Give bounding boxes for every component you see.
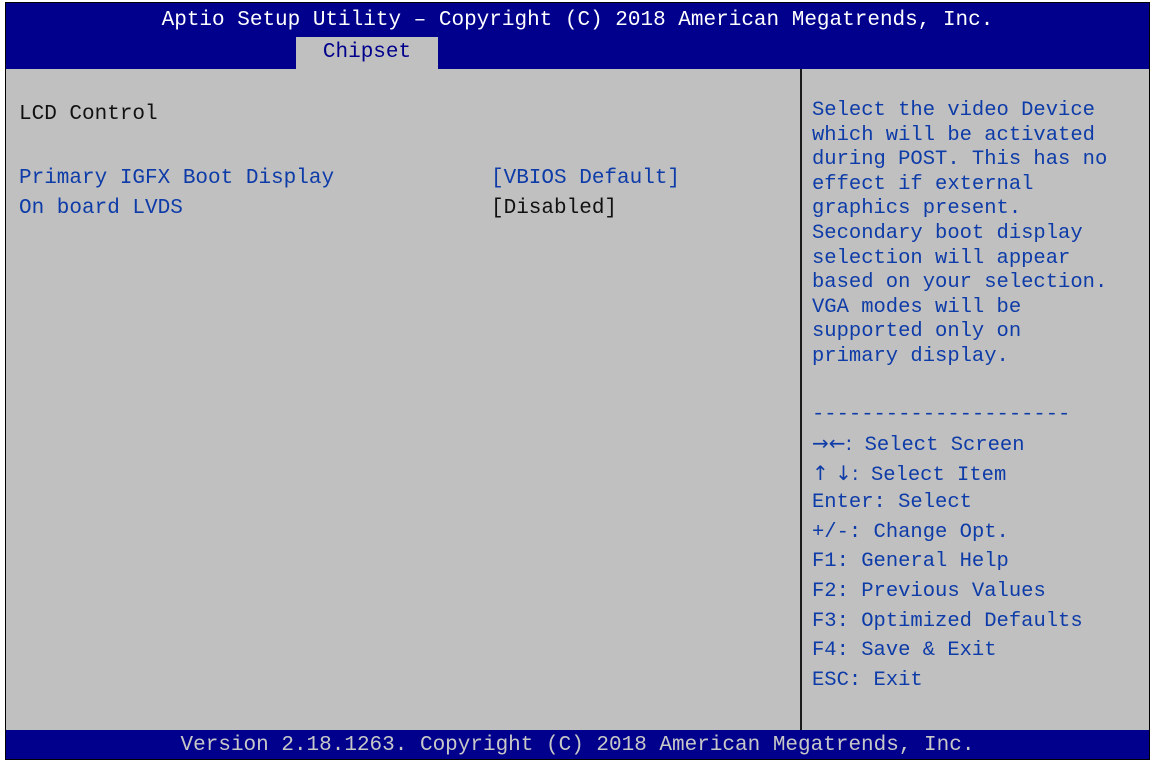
setting-value[interactable]: [VBIOS Default] [491, 165, 680, 193]
key-action: Previous Values [861, 579, 1046, 603]
key-hint: F3: Optimized Defaults [812, 607, 1148, 637]
key-action: Save & Exit [861, 639, 997, 663]
app-title: Aptio Setup Utility – Copyright (C) 2018… [161, 9, 994, 32]
left-right-arrows-icon: →←: [812, 431, 853, 455]
key-legend: →←: Select Screen ↑ ↓: Select Item Enter… [812, 429, 1148, 695]
tab-chipset[interactable]: Chipset [296, 37, 438, 69]
key-hint: F2: Previous Values [812, 577, 1148, 607]
key-name: +/-: [812, 520, 862, 544]
section-heading: LCD Control [19, 103, 158, 126]
bios-setup-screen: Aptio Setup Utility – Copyright (C) 2018… [5, 2, 1150, 760]
key-action: Exit [873, 668, 923, 692]
key-hint: ESC: Exit [812, 666, 1148, 696]
key-hint: +/-: Change Opt. [812, 518, 1148, 548]
key-name: F2: [812, 579, 849, 603]
help-separator: --------------------- [812, 403, 1071, 426]
setting-primary-igfx-boot-display[interactable]: Primary IGFX Boot Display [VBIOS Default… [19, 165, 789, 193]
key-name: F4: [812, 639, 849, 663]
key-action: Change Opt. [873, 520, 1009, 544]
up-down-arrows-icon: ↑ ↓: [812, 460, 859, 485]
key-name: ESC: [812, 668, 862, 692]
key-action: General Help [861, 550, 1009, 574]
key-action: Select [898, 491, 972, 515]
key-hint: F1: General Help [812, 547, 1148, 577]
main-pane: LCD Control Primary IGFX Boot Display [V… [6, 69, 800, 730]
key-hint: Enter: Select [812, 488, 1148, 518]
version-copyright: Version 2.18.1263. Copyright (C) 2018 Am… [180, 734, 975, 757]
key-name: F1: [812, 550, 849, 574]
key-name: F3: [812, 609, 849, 633]
help-description: Select the video Device which will be ac… [812, 99, 1108, 368]
key-action: Optimized Defaults [861, 609, 1083, 633]
key-name: Enter: [812, 491, 886, 515]
key-hint: →←: Select Screen [812, 429, 1148, 459]
setting-on-board-lvds[interactable]: On board LVDS [Disabled] [19, 195, 789, 223]
key-action: Select Screen [864, 434, 1025, 457]
title-bar: Aptio Setup Utility – Copyright (C) 2018… [6, 3, 1149, 69]
setting-value[interactable]: [Disabled] [491, 195, 617, 223]
key-action: Select Item [870, 463, 1007, 487]
setting-label: Primary IGFX Boot Display [19, 167, 335, 190]
key-hint: F4: Save & Exit [812, 636, 1148, 666]
footer-bar: Version 2.18.1263. Copyright (C) 2018 Am… [6, 730, 1149, 759]
help-pane: Select the video Device which will be ac… [802, 69, 1149, 730]
key-hint: ↑ ↓: Select Item [812, 459, 1148, 489]
setting-label: On board LVDS [19, 197, 183, 220]
